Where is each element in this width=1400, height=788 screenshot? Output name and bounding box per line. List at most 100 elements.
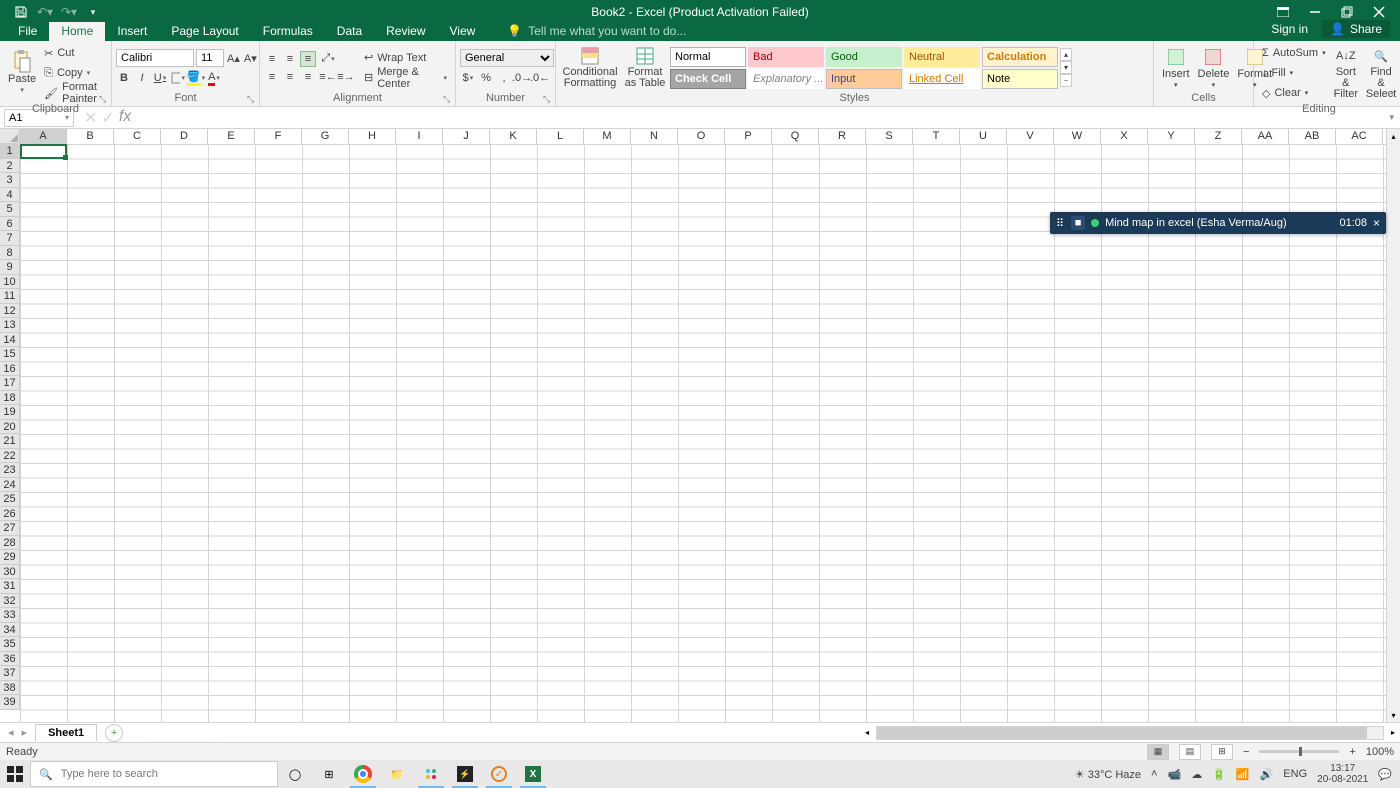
cell-style-note[interactable]: Note [982,69,1058,89]
copy-button[interactable]: ⎘Copy▾ [40,63,107,83]
start-button[interactable] [0,760,30,788]
clear-button[interactable]: ◇Clear▾ [1258,83,1330,103]
styles-down-icon[interactable]: ▾ [1060,61,1072,74]
cell-style-explanatory-[interactable]: Explanatory ... [748,69,824,89]
tab-view[interactable]: View [438,22,488,41]
sheet-prev-icon[interactable]: ◂ [8,726,14,739]
find-select-button[interactable]: 🔍Find & Select [1362,44,1400,102]
decrease-font-icon[interactable]: A▾ [243,50,258,66]
increase-indent-icon[interactable]: ≡→ [338,69,354,85]
fill-color-button[interactable]: 🪣 [188,70,204,86]
cell-style-neutral[interactable]: Neutral [904,47,980,67]
row-header-6[interactable]: 6 [0,217,20,232]
taskbar-search[interactable]: 🔍 Type here to search [30,761,278,787]
cell-style-good[interactable]: Good [826,47,902,67]
alignment-dialog-launcher[interactable]: ⤡ [443,94,453,104]
row-header-31[interactable]: 31 [0,579,20,594]
delete-cells-button[interactable]: Delete▾ [1194,45,1234,91]
new-sheet-button[interactable]: + [105,724,123,742]
styles-more-icon[interactable]: ⎯ [1060,74,1072,87]
sort-filter-button[interactable]: A↓ZSort & Filter [1330,44,1362,102]
cancel-formula-icon[interactable]: ✕ [84,108,97,128]
column-header-AB[interactable]: AB [1289,129,1336,145]
excel-taskbar-icon[interactable]: X [516,760,550,788]
insert-function-icon[interactable]: fx [119,108,131,128]
action-center-icon[interactable]: 💬 [1378,768,1392,781]
column-header-A[interactable]: A [20,129,67,145]
column-header-G[interactable]: G [302,129,349,145]
zoom-slider[interactable] [1259,750,1339,753]
column-header-V[interactable]: V [1007,129,1054,145]
row-header-1[interactable]: 1 [0,144,20,159]
enter-formula-icon[interactable]: ✓ [101,108,114,128]
row-header-20[interactable]: 20 [0,420,20,435]
select-all-corner[interactable] [0,129,20,144]
align-center-icon[interactable]: ≡ [282,69,298,85]
row-header-26[interactable]: 26 [0,507,20,522]
column-header-K[interactable]: K [490,129,537,145]
chrome-icon[interactable] [346,760,380,788]
align-top-icon[interactable]: ≡ [264,51,280,67]
vertical-scrollbar[interactable]: ▴ ▾ [1386,129,1400,722]
number-format-combo[interactable]: General [460,49,554,67]
volume-icon[interactable]: 🔊 [1260,768,1274,781]
row-header-24[interactable]: 24 [0,478,20,493]
row-header-23[interactable]: 23 [0,463,20,478]
clipboard-dialog-launcher[interactable]: ⤡ [99,94,109,104]
orientation-button[interactable]: ⤢ [320,51,336,67]
qat-customize-icon[interactable]: ▾ [86,5,100,19]
row-header-13[interactable]: 13 [0,318,20,333]
borders-button[interactable] [170,70,186,86]
cell-style-bad[interactable]: Bad [748,47,824,67]
active-cell[interactable] [20,144,67,159]
close-icon[interactable] [1372,5,1386,19]
row-header-16[interactable]: 16 [0,362,20,377]
row-header-10[interactable]: 10 [0,275,20,290]
column-header-AC[interactable]: AC [1336,129,1383,145]
italic-button[interactable]: I [134,70,150,86]
row-header-33[interactable]: 33 [0,608,20,623]
close-recording-icon[interactable]: × [1373,216,1380,230]
cell-style-calculation[interactable]: Calculation [982,47,1058,67]
column-header-U[interactable]: U [960,129,1007,145]
column-header-B[interactable]: B [67,129,114,145]
column-header-R[interactable]: R [819,129,866,145]
column-header-Q[interactable]: Q [772,129,819,145]
decrease-decimal-icon[interactable]: .0← [532,70,548,86]
row-header-4[interactable]: 4 [0,188,20,203]
accounting-format-icon[interactable]: $ [460,70,476,86]
row-header-5[interactable]: 5 [0,202,20,217]
column-header-D[interactable]: D [161,129,208,145]
row-header-38[interactable]: 38 [0,681,20,696]
slack-icon[interactable] [414,760,448,788]
cell-style-normal[interactable]: Normal [670,47,746,67]
task-view-icon[interactable]: ⊞ [312,760,346,788]
ribbon-display-options-icon[interactable] [1276,5,1290,19]
row-header-37[interactable]: 37 [0,666,20,681]
align-right-icon[interactable]: ≡ [300,69,316,85]
language-indicator[interactable]: ENG [1283,768,1307,780]
format-painter-button[interactable]: 🖌Format Painter [40,83,107,103]
wifi-icon[interactable]: 📶 [1236,768,1250,781]
row-header-9[interactable]: 9 [0,260,20,275]
decrease-indent-icon[interactable]: ≡← [320,69,336,85]
row-header-19[interactable]: 19 [0,405,20,420]
column-header-C[interactable]: C [114,129,161,145]
normal-view-icon[interactable]: ▦ [1147,744,1169,760]
column-header-H[interactable]: H [349,129,396,145]
row-header-35[interactable]: 35 [0,637,20,652]
align-bottom-icon[interactable]: ≡ [300,51,316,67]
cell-style-linked-cell[interactable]: Linked Cell [904,69,980,89]
column-header-T[interactable]: T [913,129,960,145]
row-header-34[interactable]: 34 [0,623,20,638]
column-header-J[interactable]: J [443,129,490,145]
paste-button[interactable]: Paste ▾ [4,50,40,96]
page-break-view-icon[interactable]: ⊞ [1211,744,1233,760]
clock[interactable]: 13:1720-08-2021 [1317,763,1368,785]
column-header-S[interactable]: S [866,129,913,145]
file-explorer-icon[interactable]: 📁 [380,760,414,788]
merge-center-button[interactable]: ⊟Merge & Center▾ [360,68,451,88]
cortana-icon[interactable]: ◯ [278,760,312,788]
drag-handle-icon[interactable]: ⠿ [1056,217,1065,230]
row-header-21[interactable]: 21 [0,434,20,449]
